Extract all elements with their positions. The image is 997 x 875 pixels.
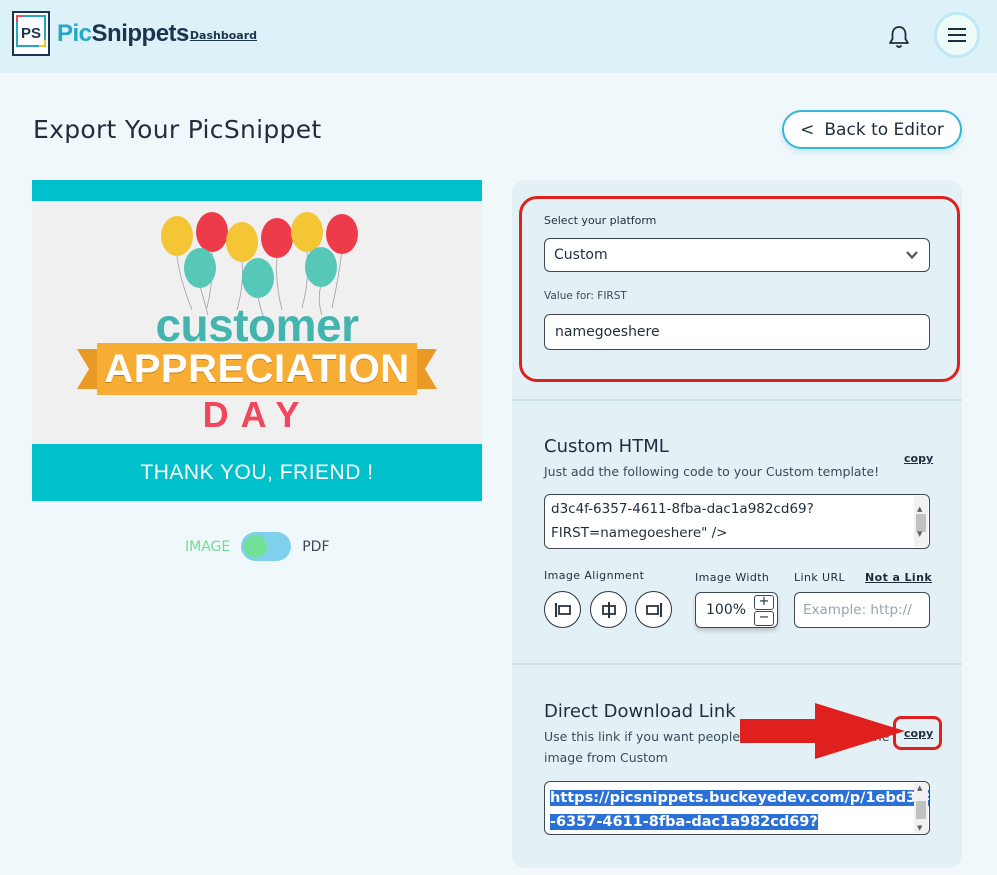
- preview-footer-text: THANK YOU, FRIEND !: [32, 444, 482, 501]
- section-divider: [512, 663, 962, 665]
- image-width-stepper[interactable]: 100% + −: [695, 592, 778, 628]
- brand-name[interactable]: PicSnippets: [57, 20, 189, 48]
- annotation-copy-highlight: [893, 716, 942, 750]
- breadcrumb[interactable]: ‹ Dashboard: [182, 29, 257, 42]
- format-toggle-switch[interactable]: [241, 532, 292, 561]
- image-width-value: 100%: [706, 602, 747, 618]
- download-link-textarea[interactable]: https://picsnippets.buckeyedev.com/p/1eb…: [544, 781, 930, 835]
- preview-day-text: DAY: [202, 394, 312, 435]
- html-code-textarea[interactable]: d3c4f-6357-4611-8fba-dac1a982cd69? FIRST…: [544, 494, 930, 549]
- custom-html-title: Custom HTML: [544, 436, 669, 457]
- copy-html-link[interactable]: copy: [904, 452, 933, 465]
- preview-top-bar: [32, 180, 482, 201]
- scrollbar[interactable]: ▲ ▼: [914, 783, 928, 833]
- image-alignment-label: Image Alignment: [544, 569, 645, 582]
- code-line-2: FIRST=namegoeshere" />: [551, 525, 728, 541]
- hamburger-menu-icon: [948, 28, 966, 30]
- align-right-button[interactable]: [635, 591, 672, 628]
- preview-appreciation-text: APPRECIATION: [104, 346, 410, 391]
- scrollbar[interactable]: ▲ ▼: [914, 496, 928, 547]
- align-center-button[interactable]: [590, 591, 627, 628]
- value-for-first-label: Value for: FIRST: [544, 290, 627, 302]
- chevron-down-icon: [906, 251, 918, 260]
- hamburger-menu-button[interactable]: [934, 12, 980, 58]
- first-value-input[interactable]: namegoeshere: [544, 314, 930, 350]
- not-a-link-toggle[interactable]: Not a Link: [865, 571, 932, 584]
- image-pdf-toggle: IMAGE PDF: [185, 532, 330, 561]
- download-link-line-1: https://picsnippets.buckeyedev.com/p/1eb…: [550, 790, 929, 806]
- scroll-up-icon[interactable]: ▲: [917, 784, 922, 792]
- link-url-label: Link URL: [794, 571, 846, 584]
- platform-select-value: Custom: [554, 247, 608, 263]
- chevron-left-icon: <: [800, 119, 815, 140]
- image-width-label: Image Width: [695, 571, 770, 584]
- svg-text:PS: PS: [21, 25, 41, 42]
- decrease-width-button[interactable]: −: [754, 611, 774, 626]
- platform-label: Select your platform: [544, 214, 657, 227]
- snippet-preview-image: customer APPRECIATION DAY THANK YOU, FRI…: [32, 180, 482, 501]
- align-left-icon: [554, 602, 571, 617]
- download-link-line-2: -6357-4611-8fba-dac1a982cd69?: [550, 814, 818, 830]
- image-label: IMAGE: [185, 538, 231, 555]
- align-left-button[interactable]: [544, 591, 581, 628]
- breadcrumb-dashboard-link[interactable]: Dashboard: [190, 29, 257, 42]
- bell-icon[interactable]: [886, 24, 912, 50]
- platform-select[interactable]: Custom: [544, 238, 930, 272]
- direct-download-description-line2: image from Custom: [544, 750, 668, 765]
- align-right-icon: [645, 602, 662, 617]
- scroll-down-icon[interactable]: ▼: [917, 522, 922, 546]
- section-divider: [512, 399, 962, 401]
- align-center-icon: [601, 601, 616, 618]
- direct-download-title: Direct Download Link: [544, 701, 736, 722]
- increase-width-button[interactable]: +: [754, 595, 774, 610]
- scroll-down-icon[interactable]: ▼: [917, 824, 922, 832]
- toggle-knob: [244, 535, 268, 558]
- link-url-input[interactable]: [794, 592, 930, 628]
- back-to-editor-label: Back to Editor: [824, 119, 944, 140]
- custom-html-description: Just add the following code to your Cust…: [544, 464, 880, 479]
- top-header: PS PicSnippets ‹ Dashboard: [0, 0, 997, 73]
- annotation-arrow-icon: [740, 703, 905, 759]
- picsnippets-logo[interactable]: PS: [12, 11, 50, 56]
- page-title: Export Your PicSnippet: [33, 115, 322, 144]
- back-to-editor-button[interactable]: < Back to Editor: [782, 110, 962, 149]
- pdf-label: PDF: [302, 538, 330, 555]
- code-line-1: d3c4f-6357-4611-8fba-dac1a982cd69?: [551, 501, 814, 517]
- direct-download-description-line1: Use this link if you want people: [544, 729, 741, 744]
- chevron-left-icon: ‹: [182, 29, 187, 42]
